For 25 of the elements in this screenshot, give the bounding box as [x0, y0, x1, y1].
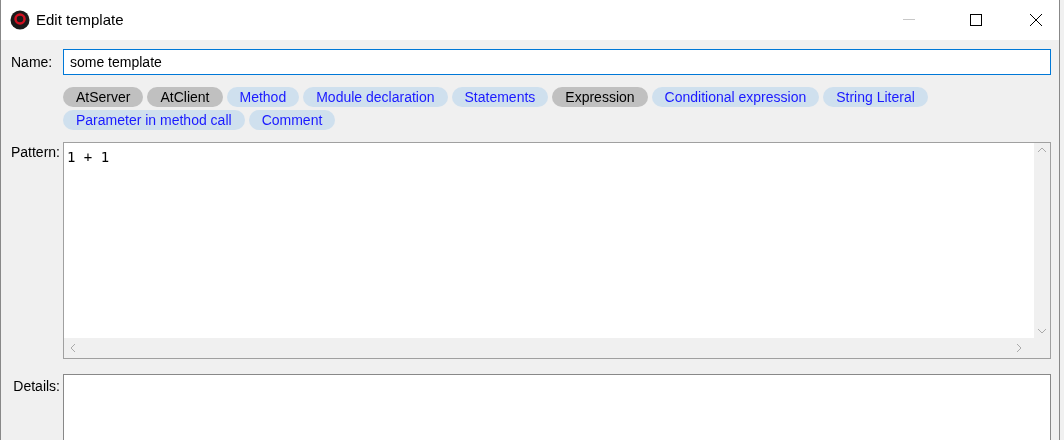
scroll-down-icon[interactable] [1037, 328, 1047, 334]
tag-chip[interactable]: Module declaration [303, 87, 448, 107]
tag-chip[interactable]: AtClient [147, 87, 223, 107]
scroll-up-icon[interactable] [1037, 147, 1047, 153]
tag-chip[interactable]: Expression [552, 87, 648, 107]
tag-chip[interactable]: AtServer [63, 87, 144, 107]
pattern-label: Pattern: [9, 143, 61, 162]
window-title: Edit template [36, 9, 124, 30]
scroll-left-icon[interactable] [70, 343, 76, 353]
name-label: Name: [10, 52, 54, 72]
tag-chip[interactable]: String Literal [823, 87, 928, 107]
close-icon[interactable] [1030, 14, 1042, 26]
tag-chip[interactable]: Statements [451, 87, 549, 107]
app-icon [10, 10, 30, 30]
tag-chip[interactable]: Parameter in method call [63, 110, 245, 130]
tag-chip[interactable]: Method [226, 87, 300, 107]
code-text: 1 + 1 [66, 148, 111, 167]
name-field[interactable]: some template [63, 49, 1051, 75]
tag-chip[interactable]: Comment [248, 110, 336, 130]
pattern-editor[interactable]: 1 + 1 [63, 142, 1051, 359]
tag-chip[interactable]: Conditional expression [651, 87, 820, 107]
details-field[interactable] [63, 374, 1051, 440]
scroll-right-icon[interactable] [1016, 343, 1022, 353]
maximize-icon[interactable] [970, 14, 982, 26]
details-label: Details: [12, 377, 61, 396]
